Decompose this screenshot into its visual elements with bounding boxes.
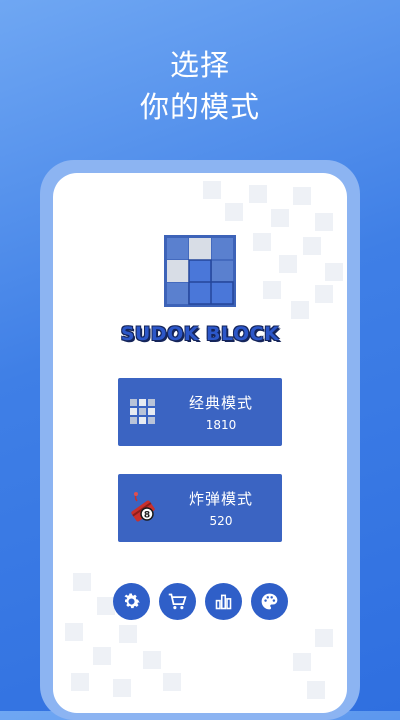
headline: 选择 你的模式 [0,44,400,128]
app-logo-icon [164,235,236,307]
bomb-icon: 8 [131,492,155,522]
classic-mode-score: 1810 [205,418,237,432]
cart-icon [168,593,187,610]
bomb-mode-score: 520 [209,514,233,528]
gear-icon [124,593,140,609]
headline-line-1: 选择 [169,48,230,82]
classic-mode-label: 经典模式 [188,394,253,412]
bomb-mode-button[interactable]: 8 炸弹模式 520 [118,474,282,542]
phone-frame: SUDOK BLOCK 经典模式 1810 8 炸弹模式 520 [40,160,360,720]
palette-icon [261,593,278,610]
headline-line-2: 你的模式 [139,90,260,124]
bar-chart-icon [215,594,232,610]
classic-mode-button[interactable]: 经典模式 1810 [118,378,282,446]
theme-button[interactable] [251,583,288,620]
leaderboard-button[interactable] [205,583,242,620]
shop-button[interactable] [159,583,196,620]
settings-button[interactable] [113,583,150,620]
bomb-mode-label: 炸弹模式 [188,490,253,508]
svg-text:8: 8 [144,511,150,521]
phone-screen: SUDOK BLOCK 经典模式 1810 8 炸弹模式 520 [53,173,347,713]
logo-title: SUDOK BLOCK [120,323,280,345]
grid-icon [130,399,155,424]
